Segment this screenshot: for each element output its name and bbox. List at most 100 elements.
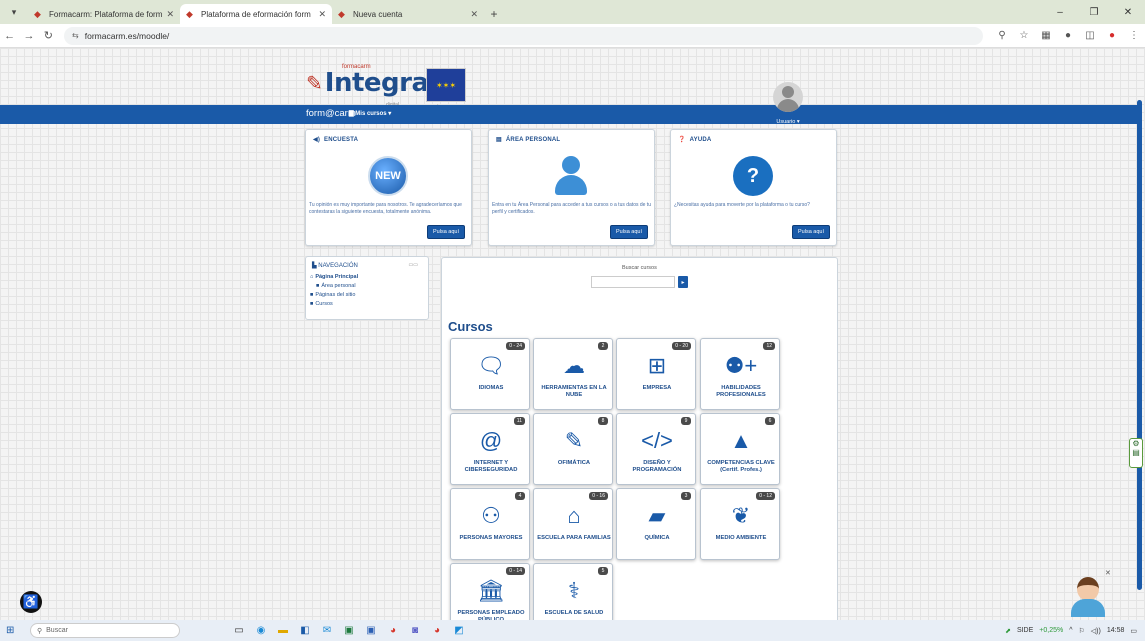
- category-label: HERRAMIENTAS EN LA NUBE: [541, 385, 607, 398]
- new-badge-icon: NEW: [368, 156, 408, 196]
- close-icon[interactable]: ✕: [1105, 569, 1111, 577]
- course-count-badge: 0 - 24: [506, 342, 525, 350]
- user-menu[interactable]: Usuario ▾: [765, 119, 811, 125]
- category-tile-nube[interactable]: 2 ☁ HERRAMIENTAS EN LA NUBE: [533, 338, 613, 410]
- nav-item-personal-area[interactable]: ■ Área personal: [316, 283, 356, 289]
- chrome-icon[interactable]: ◕: [382, 625, 404, 636]
- store-icon[interactable]: ◧: [294, 625, 316, 636]
- minimize-icon[interactable]: –: [1043, 0, 1077, 24]
- nav-item-courses[interactable]: ■ Cursos: [310, 301, 333, 307]
- chrome-profile-icon[interactable]: ◕: [426, 625, 448, 636]
- category-tile-mayores[interactable]: 4 ⚇ PERSONAS MAYORES: [450, 488, 530, 560]
- category-tile-salud[interactable]: 5 ⚕ ESCUELA DE SALUD: [533, 563, 613, 620]
- category-tile-medio-ambiente[interactable]: 0 - 12 ❦ MEDIO AMBIENTE: [700, 488, 780, 560]
- notification-icon[interactable]: ▭: [1130, 627, 1137, 635]
- personal-area-card: ▤ ÁREA PERSONAL Entra en tu Área Personal…: [488, 129, 655, 246]
- category-label: HABILIDADES PROFESIONALES: [716, 385, 766, 398]
- forward-icon[interactable]: →: [19, 30, 38, 42]
- mail-icon[interactable]: ✉: [316, 625, 338, 636]
- category-label: QUÍMICA: [644, 535, 670, 541]
- network-icon[interactable]: ⚐: [1079, 627, 1085, 635]
- side-widget-icon[interactable]: ⚙ ▤: [1129, 438, 1143, 468]
- site-favicon-icon: ◆: [338, 9, 345, 19]
- taskbar-search[interactable]: ⚲ Buscar: [30, 623, 180, 638]
- category-tile-empleado-publico[interactable]: 0 - 14 🏛 PERSONAS EMPLEADO PÚBLICO: [450, 563, 530, 620]
- course-count-badge: 4: [515, 492, 525, 500]
- site-info-icon[interactable]: ⇆: [72, 31, 79, 40]
- assistant-face: [1077, 577, 1099, 601]
- category-tile-diseno[interactable]: 9 </> DISEÑO Y PROGRAMACIÓN: [616, 413, 696, 485]
- card-text: Entra en tu Área Personal para acceder a…: [492, 202, 651, 215]
- page-content: ✎ Integra formacarm digital ✶✶✶ UNIÓN EU…: [0, 48, 1145, 620]
- user-avatar[interactable]: [773, 82, 803, 112]
- tray-chevron-icon[interactable]: ^: [1069, 627, 1072, 634]
- menu-icon[interactable]: ⋮: [1123, 30, 1145, 41]
- close-tab-icon[interactable]: ✕: [318, 9, 326, 20]
- task-view-icon[interactable]: ▭: [228, 625, 250, 636]
- maximize-icon[interactable]: ❐: [1077, 0, 1111, 24]
- teams-icon[interactable]: ◙: [404, 625, 426, 636]
- course-search-input[interactable]: [591, 276, 675, 288]
- site-favicon-icon: ◆: [34, 9, 41, 19]
- institution-icon: 🏛: [477, 578, 505, 603]
- volume-icon[interactable]: ◁)): [1091, 627, 1101, 635]
- search-button[interactable]: ▸: [678, 276, 688, 288]
- category-tile-idiomas[interactable]: 0 - 24 🗨 IDIOMAS: [450, 338, 530, 410]
- extension-icon[interactable]: ▦: [1035, 30, 1057, 41]
- nav-item-site-pages[interactable]: ■ Páginas del sitio: [310, 292, 355, 298]
- windows-start-icon[interactable]: ⊞: [6, 625, 24, 636]
- tab-3[interactable]: ◆ Nueva cuenta ✕: [332, 4, 484, 24]
- app-icon[interactable]: ◩: [448, 625, 470, 636]
- taskbar: ⊞ ⚲ Buscar ▭ ◉ ▬ ◧ ✉ ▣ ▣ ◕ ◙ ◕ ◩ ⬈ SIDE …: [0, 620, 1145, 641]
- profile-icon[interactable]: ●: [1101, 30, 1123, 41]
- add-user-icon: ⚉+: [724, 353, 758, 378]
- card-text: ¿Necesitas ayuda para moverte por la pla…: [674, 202, 810, 208]
- extensions-puzzle-icon[interactable]: ◫: [1079, 30, 1101, 41]
- close-window-icon[interactable]: ✕: [1111, 0, 1145, 24]
- category-tile-familias[interactable]: 0 - 16 ⌂ ESCUELA PARA FAMILIAS: [533, 488, 613, 560]
- virtual-assistant[interactable]: ✕: [1067, 569, 1111, 617]
- category-tile-empresa[interactable]: 0 - 20 ⊞ EMPRESA: [616, 338, 696, 410]
- category-tile-internet[interactable]: 11 @ INTERNET Y CIBERSEGURIDAD: [450, 413, 530, 485]
- edge-icon[interactable]: ◉: [250, 625, 272, 636]
- block-controls-icon[interactable]: ▭▭: [409, 262, 418, 268]
- personal-area-button[interactable]: Pulsa aquí: [610, 225, 648, 239]
- word-icon[interactable]: ▣: [360, 625, 382, 636]
- help-button[interactable]: Pulsa aquí: [792, 225, 830, 239]
- integra-logo[interactable]: ✎ Integra formacarm digital: [306, 64, 429, 108]
- excel-icon[interactable]: ▣: [338, 625, 360, 636]
- accessibility-icon[interactable]: ♿: [20, 591, 42, 613]
- nav-item-home[interactable]: ⌂ Página Principal: [310, 274, 358, 280]
- search-arrow-icon: ▸: [681, 279, 685, 286]
- tab-search-icon[interactable]: ▾: [0, 0, 28, 24]
- folder-open-icon: ▰: [648, 503, 666, 528]
- back-icon[interactable]: ←: [0, 30, 19, 42]
- url-input[interactable]: ⇆ formacarm.es/moodle/: [64, 26, 983, 45]
- address-bar: ← → ↻ ⇆ formacarm.es/moodle/ ⚲ ☆ ▦ ● ◫ ●…: [0, 24, 1145, 48]
- card-text: Tu opinión es muy importante para nosotr…: [309, 202, 462, 215]
- category-tile-habilidades[interactable]: 12 ⚉+ HABILIDADES PROFESIONALES: [700, 338, 780, 410]
- category-tile-ofimatica[interactable]: 8 ✎ OFIMÁTICA: [533, 413, 613, 485]
- close-tab-icon[interactable]: ✕: [470, 9, 478, 20]
- tab-2[interactable]: ◆ Plataforma de eformación form ✕: [180, 4, 332, 24]
- close-tab-icon[interactable]: ✕: [166, 9, 174, 20]
- new-tab-button[interactable]: +: [484, 4, 504, 24]
- help-card: ❓ AYUDA ? ¿Necesitas ayuda para moverte p…: [670, 129, 837, 246]
- tab-1[interactable]: ◆ Formacarm: Plataforma de form ✕: [28, 4, 180, 24]
- bookmark-star-icon[interactable]: ☆: [1013, 30, 1035, 41]
- card-title: ▤ ÁREA PERSONAL: [496, 137, 561, 143]
- page-scrollbar[interactable]: [1137, 100, 1142, 590]
- file-explorer-icon[interactable]: ▬: [272, 625, 294, 636]
- cloud-icon: ☁: [563, 353, 585, 378]
- extension-icon[interactable]: ●: [1057, 30, 1079, 41]
- category-tile-competencias[interactable]: 6 ▲ COMPETENCIAS CLAVE (Certif. Profes.): [700, 413, 780, 485]
- my-courses-menu[interactable]: ▇ Mis cursos ▾: [349, 110, 391, 117]
- survey-button[interactable]: Pulsa aquí: [427, 225, 465, 239]
- reload-icon[interactable]: ↻: [39, 29, 58, 42]
- category-label: PERSONAS EMPLEADO PÚBLICO: [457, 610, 525, 620]
- category-tile-quimica[interactable]: 3 ▰ QUÍMICA: [616, 488, 696, 560]
- zoom-icon[interactable]: ⚲: [991, 30, 1013, 41]
- chat-icon: 🗨: [477, 353, 505, 378]
- course-count-badge: 12: [763, 342, 775, 350]
- clock[interactable]: 14:58: [1107, 627, 1125, 634]
